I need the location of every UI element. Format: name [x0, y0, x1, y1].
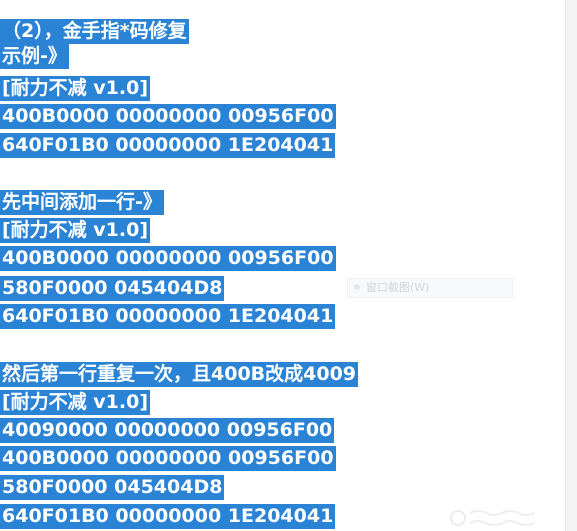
text-line-code[interactable]: 640F01B0 00000000 1E204041: [0, 504, 336, 529]
vertical-scrollbar[interactable]: [565, 0, 577, 531]
text-line-cheat-name[interactable]: [耐力不减 v1.0]: [0, 390, 151, 415]
text-line-blank[interactable]: [0, 333, 4, 358]
text-line-code[interactable]: 400B0000 00000000 00956F00: [0, 246, 336, 271]
text-line-heading-fix[interactable]: （2），金手指*码修复: [0, 19, 189, 44]
text-line-cheat-name[interactable]: [耐力不减 v1.0]: [0, 76, 151, 101]
text-line-code[interactable]: 580F0000 045404D8: [0, 475, 225, 500]
watermark-logo: [450, 510, 535, 526]
text-line-example[interactable]: 示例-》: [0, 44, 69, 69]
screenshot-tooltip-label: 窗口截图(W): [366, 281, 430, 294]
text-line-code[interactable]: 400B0000 00000000 00956F00: [0, 104, 336, 129]
text-line-code[interactable]: 40090000 00000000 00956F00: [0, 418, 335, 443]
text-line-code[interactable]: 400B0000 00000000 00956F00: [0, 446, 336, 471]
text-line-blank[interactable]: [0, 162, 4, 187]
text-editor-area[interactable]: （2），金手指*码修复 示例-》 [耐力不减 v1.0] 400B0000 00…: [0, 0, 566, 531]
screenshot-tooltip[interactable]: 窗口截图(W): [347, 278, 513, 298]
screenshot-icon: [354, 284, 360, 290]
text-line-step-repeat[interactable]: 然后第一行重复一次，且400B改成4009: [0, 362, 359, 387]
text-line-code[interactable]: 580F0000 045404D8: [0, 276, 225, 301]
text-line-step-add-row[interactable]: 先中间添加一行-》: [0, 190, 164, 215]
text-line-code[interactable]: 640F01B0 00000000 1E204041: [0, 304, 336, 329]
text-line-code[interactable]: 640F01B0 00000000 1E204041: [0, 133, 336, 158]
text-line-cheat-name[interactable]: [耐力不减 v1.0]: [0, 218, 151, 243]
